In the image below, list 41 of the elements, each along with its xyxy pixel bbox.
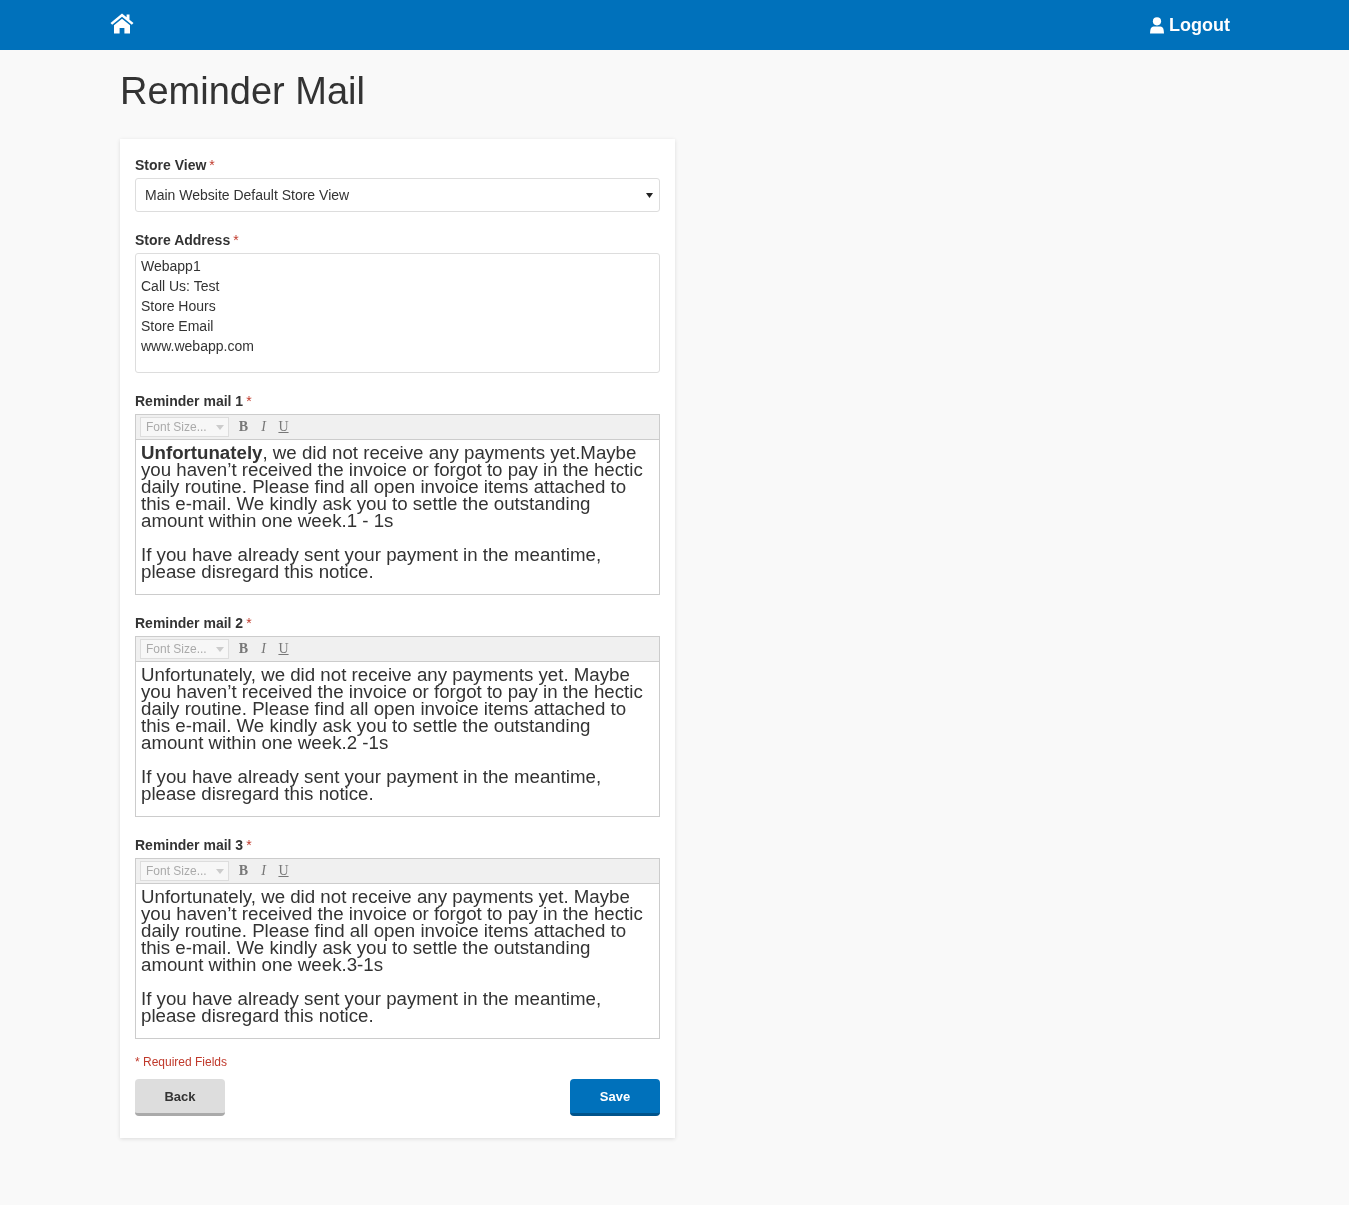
required-asterisk: * [246,393,252,410]
save-button[interactable]: Save [570,1079,660,1116]
required-fields-note: * Required Fields [135,1054,229,1070]
caret-icon [216,868,224,874]
required-asterisk: * [209,157,215,174]
page-title: Reminder Mail [120,69,366,114]
editor-paragraph: If you have already sent your payment in the meantime, please disregard this notice. [141,990,603,1024]
home-icon[interactable] [110,12,134,34]
field-label: Reminder mail 1 [135,393,244,410]
editor-paragraph: If you have already sent your payment in the meantime, please disregard this notice. [141,768,603,802]
editor-paragraph: Unfortunately, we did not receive any payments yet.Maybe you haven’t received the invoice or forgot to pay in the hectic daily routine. Please find all open invoice items attached to this e-mail. We kindly ask you to settle the outstanding amount within one week.1 - 1s [141,444,644,529]
underline-button[interactable]: U [277,641,290,657]
caret-icon [216,424,224,430]
user-icon [1150,16,1164,34]
logout-button[interactable]: Logout [1150,14,1230,36]
required-asterisk: * [246,615,252,632]
italic-button[interactable]: I [257,419,270,435]
underline-button[interactable]: U [277,419,290,435]
underline-button[interactable]: U [277,863,290,879]
italic-button[interactable]: I [257,863,270,879]
bold-button[interactable]: B [237,863,250,879]
back-button[interactable]: Back [135,1079,225,1116]
editor-paragraph: Unfortunately, we did not receive any payments yet. Maybe you haven’t received the invoice or forgot to pay in the hectic daily routine. Please find all open invoice items attached to this e-mail. We kindly ask you to settle the outstanding amount within one week.3-1s [141,888,644,973]
required-asterisk: * [233,232,239,249]
field-label: Store Address [135,232,231,249]
font-size-dropdown[interactable]: Font Size... [140,417,229,437]
store-view-select[interactable]: Main Website Default Store View [135,178,660,212]
field-label: Reminder mail 2 [135,615,244,632]
font-size-dropdown[interactable]: Font Size... [140,861,229,881]
store-address-field[interactable]: Webapp1 Call Us: Test Store Hours Store Email www.webapp.com [135,253,660,373]
bold-button[interactable]: B [237,641,250,657]
bold-button[interactable]: B [237,419,250,435]
editor-paragraph: If you have already sent your payment in the meantime, please disregard this notice. [141,546,603,580]
caret-icon [646,192,653,198]
caret-icon [216,646,224,652]
font-size-dropdown[interactable]: Font Size... [140,639,229,659]
field-label: Reminder mail 3 [135,837,244,854]
field-label: Store View [135,157,207,174]
editor-paragraph: Unfortunately, we did not receive any payments yet. Maybe you haven’t received the invoice or forgot to pay in the hectic daily routine. Please find all open invoice items attached to this e-mail. We kindly ask you to settle the outstanding amount within one week.2 -1s [141,666,644,751]
italic-button[interactable]: I [257,641,270,657]
required-asterisk: * [246,837,252,854]
